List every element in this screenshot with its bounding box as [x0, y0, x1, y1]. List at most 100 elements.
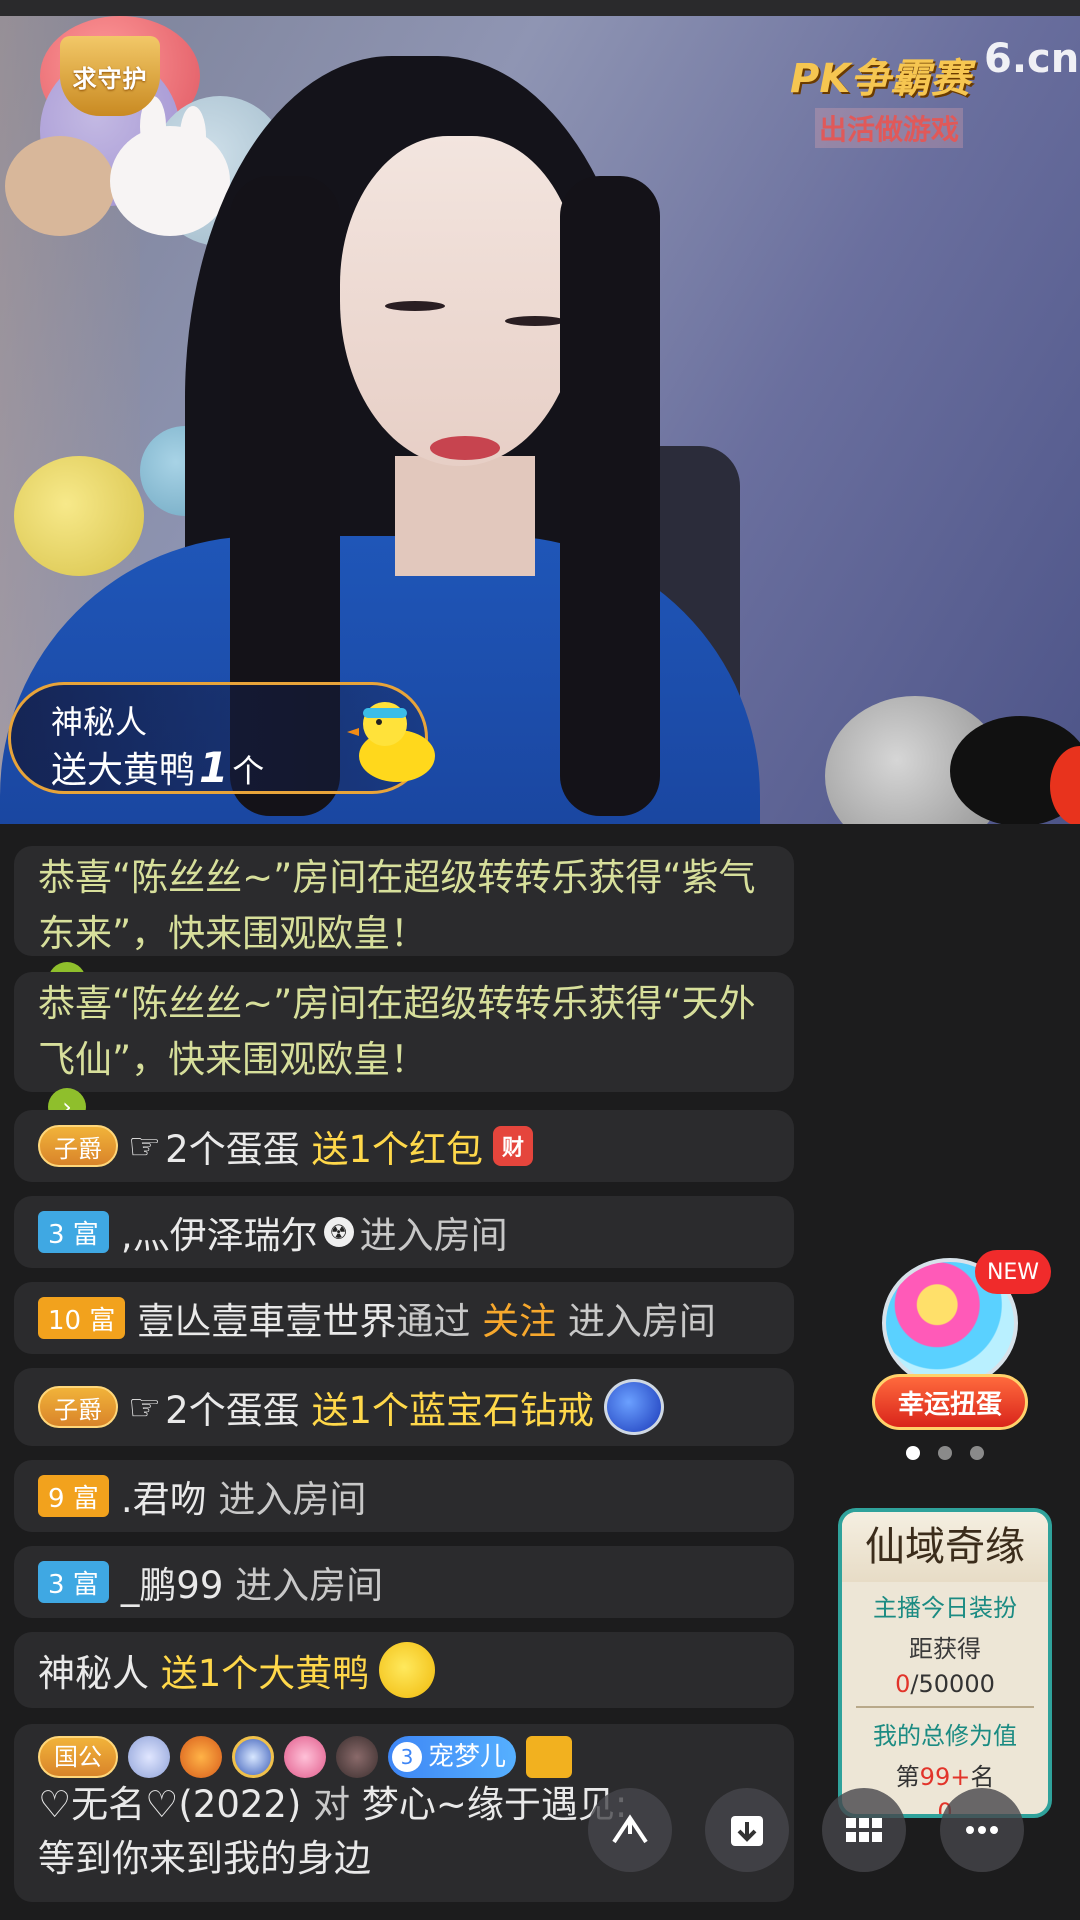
bear-decoration: [5, 136, 115, 236]
system-message: 恭喜“陈丝丝~”房间在超级转转乐获得“紫气东来”，快来围观欧皇！ ›: [14, 846, 794, 1000]
chat-message: 子爵 ☞ 2个蛋蛋 送1个红包 财: [14, 1110, 794, 1182]
balloon: [14, 456, 144, 576]
streamer-eye: [385, 301, 445, 311]
sapphire-ring-icon: [604, 1379, 665, 1435]
chat-username[interactable]: _鹏99: [121, 1555, 224, 1609]
more-button[interactable]: [940, 1788, 1024, 1872]
event-rank: 第99+名: [842, 1757, 1048, 1792]
pointing-hand-icon: ☞: [128, 1124, 162, 1168]
gift-unit: 个: [232, 752, 265, 790]
chat-message: 子爵 ☞ 2个蛋蛋 送1个蓝宝石钻戒: [14, 1368, 794, 1446]
chat-message: 9 富 .君吻 进入房间: [14, 1460, 794, 1532]
chat-username[interactable]: ,灬伊泽瑞尔: [121, 1205, 318, 1259]
chat-message: 国公 3 宠梦儿 ♡无名♡(2022) 对 梦心~缘于遇见: 等到你来到我的身边: [14, 1724, 794, 1902]
rank-medal-icon: [180, 1736, 222, 1778]
download-button[interactable]: [705, 1788, 789, 1872]
status-strip: [0, 0, 1080, 16]
chat-action: 进入房间: [218, 1478, 367, 1521]
more-icon: [966, 1826, 998, 1834]
bunny-decoration: [110, 126, 230, 236]
chat-action: 送1个大黄鸭: [160, 1652, 370, 1695]
chat-message: 10 富 壹亾壹車壹世界 通过 关注 进入房间: [14, 1282, 794, 1354]
lucky-gacha-widget[interactable]: 幸运扭蛋 NEW: [870, 1250, 1051, 1435]
noble-badge: 国公: [38, 1736, 118, 1778]
chat-username[interactable]: ♡无名♡(2022): [38, 1778, 301, 1832]
streamer-hair-front: [560, 176, 660, 816]
event-label: 主播今日装扮: [873, 1594, 1017, 1622]
chat-message: 神秘人 送1个大黄鸭: [14, 1632, 794, 1708]
yellow-duck-icon: [379, 1642, 436, 1698]
chat-username[interactable]: .君吻: [121, 1469, 207, 1523]
noble-badge: 子爵: [38, 1125, 118, 1167]
grid-icon: [846, 1818, 882, 1842]
grid-menu-button[interactable]: [822, 1788, 906, 1872]
new-badge: NEW: [975, 1250, 1051, 1294]
heart-medal-icon: [284, 1736, 326, 1778]
event-score-label: 我的总修为值: [873, 1722, 1017, 1750]
chat-action: 送1个蓝宝石钻戒: [311, 1389, 595, 1432]
wing-medal-icon: [336, 1736, 378, 1778]
carousel-dot-active: [906, 1446, 920, 1460]
noble-badge: 子爵: [38, 1386, 118, 1428]
carousel-dots: [906, 1446, 984, 1460]
user-avatar-icon: [526, 1736, 573, 1778]
wealth-level-badge: 10 富: [38, 1297, 126, 1339]
chat-method: 关注: [482, 1300, 557, 1343]
event-progress-current: 0: [895, 1670, 911, 1698]
live-room: 求守护 PK争霸赛 出活做游戏 6.cn 神秘人 送大黄鸭1 个 恭喜“陈丝丝~”…: [0, 0, 1080, 1920]
fan-club-badge: 3 宠梦儿: [388, 1736, 517, 1778]
share-button[interactable]: [588, 1788, 672, 1872]
chat-via: 通过: [396, 1300, 471, 1343]
wealth-level-badge: 3 富: [38, 1211, 109, 1253]
guard-button[interactable]: 求守护: [60, 36, 160, 116]
wealth-level-badge: 3 富: [38, 1561, 109, 1603]
event-progress-total: /50000: [910, 1670, 995, 1698]
streamer-eye: [505, 316, 565, 326]
event-title: 仙域奇缘: [842, 1512, 1048, 1582]
chat-text: 等到你来到我的身边: [38, 1837, 371, 1880]
download-icon: [731, 1816, 763, 1846]
radiation-icon: ☢: [323, 1217, 354, 1247]
gift-line: 送大黄鸭1 个: [51, 741, 264, 793]
gift-action: 送大黄鸭: [51, 750, 196, 791]
gift-count: 1: [199, 743, 229, 792]
pointing-hand-icon: ☞: [128, 1385, 162, 1429]
event-rank-post: 名: [970, 1763, 995, 1791]
gacha-button[interactable]: 幸运扭蛋: [872, 1374, 1028, 1430]
chat-username[interactable]: 2个蛋蛋: [165, 1119, 300, 1173]
system-message-text: 恭喜“陈丝丝~”房间在超级转转乐获得“天外飞仙”，快来围观欧皇！: [38, 982, 756, 1081]
chat-message: 3 富 _鹏99 进入房间: [14, 1546, 794, 1618]
chat-username[interactable]: 2个蛋蛋: [165, 1380, 300, 1434]
chat-action: 进入房间: [359, 1214, 508, 1257]
event-rank-value: 99+: [919, 1763, 971, 1791]
medal-icon: [128, 1736, 170, 1778]
fan-club-name: 宠梦儿: [428, 1742, 507, 1772]
streamer-lips: [430, 436, 500, 460]
chat-username[interactable]: 壹亾壹車壹世界: [137, 1291, 396, 1345]
wealth-level-badge: 9 富: [38, 1475, 109, 1517]
carousel-dot: [970, 1446, 984, 1460]
carousel-dot: [938, 1446, 952, 1460]
red-envelope-icon: 财: [493, 1126, 534, 1166]
fan-level: 3: [392, 1742, 422, 1772]
chat-action: 进入房间: [567, 1300, 716, 1343]
chat-action: 进入房间: [235, 1564, 384, 1607]
event-card[interactable]: 仙域奇缘 主播今日装扮 距获得 0/50000 我的总修为值 第99+名 0: [838, 1508, 1052, 1818]
yellow-duck-icon: [347, 702, 435, 782]
streamer-neck: [395, 456, 535, 576]
chat-message: 3 富 ,灬伊泽瑞尔 ☢ 进入房间: [14, 1196, 794, 1268]
streamer-face: [340, 136, 580, 466]
chat-to: 对: [313, 1783, 351, 1826]
pk-logo: PK争霸赛: [790, 56, 971, 102]
pk-subtitle: 出活做游戏: [815, 108, 964, 148]
system-message-text: 恭喜“陈丝丝~”房间在超级转转乐获得“紫气东来”，快来围观欧皇！: [38, 856, 756, 955]
system-message: 恭喜“陈丝丝~”房间在超级转转乐获得“天外飞仙”，快来围观欧皇！ ›: [14, 972, 794, 1126]
divider: [856, 1706, 1034, 1708]
chat-list[interactable]: 恭喜“陈丝丝~”房间在超级转转乐获得“紫气东来”，快来围观欧皇！ › 恭喜“陈丝…: [0, 824, 800, 1920]
star-medal-icon: [232, 1736, 274, 1778]
gift-sender: 神秘人: [51, 703, 148, 741]
chat-username[interactable]: 神秘人: [38, 1643, 149, 1697]
event-sublabel: 距获得: [909, 1635, 981, 1663]
site-logo: 6.cn: [984, 36, 1080, 82]
event-rank-pre: 第: [895, 1763, 920, 1791]
